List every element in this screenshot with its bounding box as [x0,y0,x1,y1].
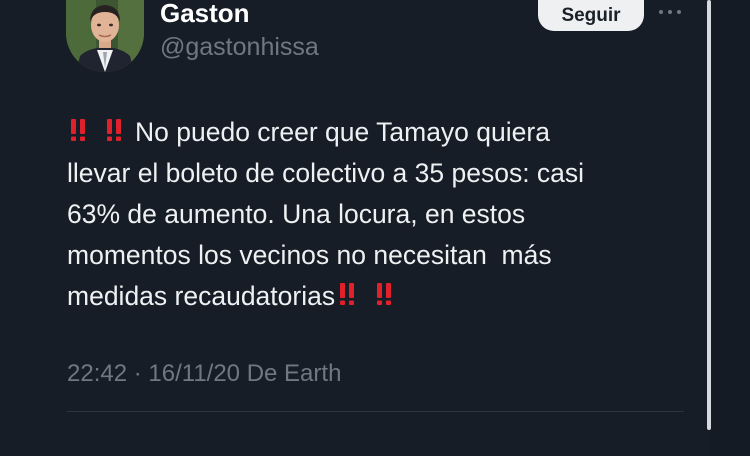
author-name[interactable]: Gaston [160,0,250,29]
tweet-line-1: No puedo creer que Tamayo quiera [135,117,550,147]
tweet-source: De Earth [240,360,342,387]
double-exclamation-icon [71,119,85,141]
double-exclamation-icon [107,119,121,141]
double-exclamation-icon [377,283,392,305]
avatar-photo [66,0,144,72]
double-exclamation-icon [340,283,355,305]
author-handle[interactable]: @gastonhissa [160,31,319,63]
right-margin [711,0,750,456]
tweet-line-3: 63% de aumento. Una locura, en estos [67,199,526,229]
tweet-line-2: llevar el boleto de colectivo a 35 pesos… [67,158,585,188]
tweet-line-5: medidas recaudatorias [67,281,336,311]
tweet-meta: 22:42 · 16/11/20 De Earth [67,358,341,390]
tweet-line-4: momentos los vecinos no necesitan más [67,240,552,270]
tweet-date[interactable]: 16/11/20 [148,360,240,387]
meta-separator: · [127,360,149,387]
tweet-text: No puedo creer que Tamayo quiera llevar … [67,112,697,317]
divider [67,411,684,412]
avatar[interactable] [66,0,144,72]
tweet-time[interactable]: 22:42 [67,360,127,387]
follow-button[interactable]: Seguir [538,0,644,31]
tweet-screenshot: Gaston @gastonhissa Seguir No puedo cree… [0,0,750,456]
scrollbar[interactable] [707,0,711,430]
more-options-icon[interactable] [655,4,685,20]
